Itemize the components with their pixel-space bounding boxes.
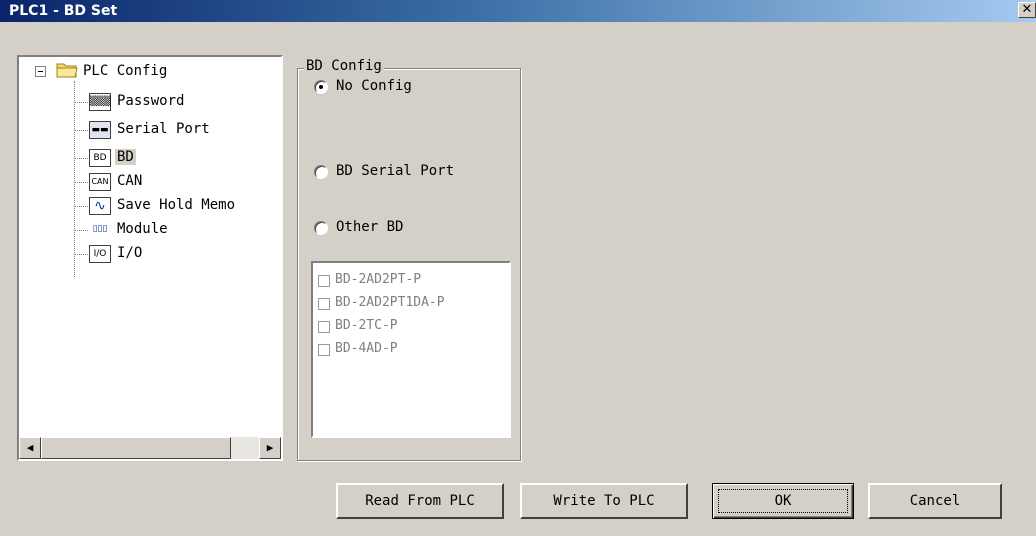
- module-label: BD-2TC-P: [335, 318, 398, 333]
- close-icon: ✕: [1021, 2, 1033, 17]
- tree-item-serial-port[interactable]: ▬▬ Serial Port: [19, 119, 281, 141]
- scroll-thumb[interactable]: [41, 437, 231, 459]
- module-checkbox[interactable]: [318, 321, 330, 333]
- ok-button[interactable]: OK: [712, 483, 854, 519]
- tree-content: PLC Config ▒▒▒ Password ▬▬ Serial Port B…: [19, 57, 281, 437]
- cancel-label: Cancel: [909, 493, 961, 509]
- bd-serial-port-radio[interactable]: [314, 165, 328, 179]
- title-bar[interactable]: PLC1 - BD Set ✕: [0, 0, 1036, 22]
- can-icon: CAN: [89, 173, 111, 191]
- read-from-plc-button[interactable]: Read From PLC: [336, 483, 504, 519]
- tree-item-io[interactable]: I/O I/O: [19, 243, 281, 265]
- tree-branch: [74, 206, 88, 207]
- no-config-radio[interactable]: [314, 80, 328, 94]
- tree-branch: [74, 102, 88, 103]
- module-label: BD-2AD2PT1DA-P: [335, 295, 445, 310]
- bd-icon: BD: [89, 149, 111, 167]
- bd-serial-port-label[interactable]: BD Serial Port: [336, 163, 454, 179]
- tree-item-label-selected: BD: [115, 149, 136, 165]
- io-icon: I/O: [89, 245, 111, 263]
- write-to-plc-button[interactable]: Write To PLC: [520, 483, 688, 519]
- tree-item-label: I/O: [117, 245, 143, 261]
- module-label: BD-4AD-P: [335, 341, 398, 356]
- module-label: BD-2AD2PT-P: [335, 272, 422, 287]
- collapse-icon[interactable]: [35, 66, 46, 77]
- no-config-label[interactable]: No Config: [336, 78, 412, 94]
- tree-item-label: Password: [117, 93, 185, 109]
- scroll-right-icon[interactable]: ▶: [259, 437, 281, 459]
- close-button[interactable]: ✕: [1018, 2, 1036, 18]
- password-icon: ▒▒▒: [89, 93, 111, 111]
- tree-item-module[interactable]: ▯▯▯ Module: [19, 219, 281, 241]
- tree-item-bd[interactable]: BD BD: [19, 147, 281, 169]
- folder-open-icon: [56, 63, 78, 78]
- other-bd-label[interactable]: Other BD: [336, 219, 403, 235]
- tree-item-label: Serial Port: [117, 121, 210, 137]
- write-to-plc-label: Write To PLC: [553, 493, 655, 509]
- serial-port-icon: ▬▬: [89, 121, 111, 139]
- tree-item-label: Save Hold Memo: [117, 197, 236, 213]
- tree-branch: [74, 130, 88, 131]
- bd-set-dialog: PLC1 - BD Set ✕ PLC Config ▒▒▒ Password …: [0, 0, 1036, 536]
- tree-branch: [74, 254, 88, 255]
- tree-item-can[interactable]: CAN CAN: [19, 171, 281, 193]
- config-tree[interactable]: PLC Config ▒▒▒ Password ▬▬ Serial Port B…: [17, 55, 283, 461]
- module-checkbox[interactable]: [318, 298, 330, 310]
- module-icon: ▯▯▯: [89, 221, 111, 239]
- module-checkbox[interactable]: [318, 344, 330, 356]
- other-bd-radio[interactable]: [314, 221, 328, 235]
- ok-label: OK: [774, 493, 792, 509]
- window-title: PLC1 - BD Set: [9, 3, 118, 19]
- cancel-button[interactable]: Cancel: [868, 483, 1002, 519]
- horizontal-scrollbar[interactable]: ◀ ▶: [19, 437, 281, 459]
- tree-branch: [74, 230, 88, 231]
- bd-module-list[interactable]: BD-2AD2PT-P BD-2AD2PT1DA-P BD-2TC-P BD-4…: [311, 261, 511, 438]
- module-checkbox[interactable]: [318, 275, 330, 287]
- scroll-left-icon[interactable]: ◀: [19, 437, 41, 459]
- read-from-plc-label: Read From PLC: [365, 493, 475, 509]
- waveform-icon: ∿: [89, 197, 111, 215]
- tree-item-save-hold-memory[interactable]: ∿ Save Hold Memo: [19, 195, 281, 217]
- tree-root-label[interactable]: PLC Config: [83, 63, 167, 79]
- tree-item-label: CAN: [117, 173, 143, 189]
- tree-item-label: Module: [117, 221, 168, 237]
- tree-item-password[interactable]: ▒▒▒ Password: [19, 91, 281, 113]
- tree-branch: [74, 158, 88, 159]
- bd-config-group-label: BD Config: [304, 58, 384, 74]
- tree-branch: [74, 182, 88, 183]
